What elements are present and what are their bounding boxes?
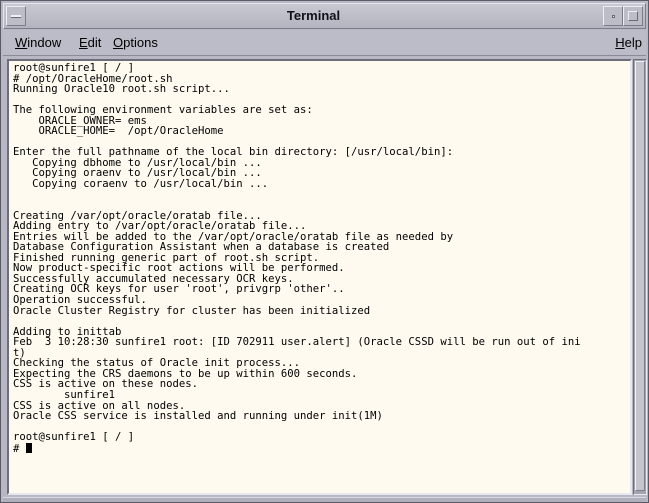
- terminal-line: Oracle Cluster Registry for cluster has …: [13, 304, 371, 317]
- window-menu-icon: [11, 15, 21, 18]
- title-bar[interactable]: Terminal: [3, 3, 646, 29]
- vertical-scrollbar[interactable]: [633, 59, 647, 495]
- terminal-output[interactable]: root@sunfire1 [ / ] # /opt/OracleHome/ro…: [13, 63, 627, 493]
- window-title: Terminal: [286, 8, 341, 23]
- menu-edit-mnemonic: E: [79, 35, 88, 50]
- menu-bar: Window Edit Options Help: [3, 30, 646, 56]
- terminal-line: Oracle CSS service is installed and runn…: [13, 410, 383, 423]
- terminal-line: Running Oracle10 root.sh script...: [13, 83, 230, 96]
- menu-help-label: elp: [624, 35, 642, 50]
- menu-options[interactable]: Options: [111, 34, 160, 52]
- terminal-line: root@sunfire1 [ / ]: [13, 431, 135, 444]
- menu-window[interactable]: Window: [13, 34, 63, 52]
- terminal-prompt: #: [13, 442, 26, 455]
- menu-window-mnemonic: W: [15, 35, 28, 50]
- minimize-icon: [612, 15, 615, 18]
- menu-edit-label: dit: [87, 35, 102, 50]
- menu-window-label: indow: [27, 35, 62, 50]
- window-bottom-border: [3, 497, 646, 502]
- menu-options-label: ptions: [123, 35, 158, 50]
- maximize-button[interactable]: [623, 6, 643, 26]
- terminal-line: Feb 3 10:28:30 sunfire1 root: [ID 702911…: [13, 336, 581, 349]
- window-menu-button[interactable]: [6, 6, 26, 26]
- minimize-button[interactable]: [603, 6, 623, 26]
- menu-options-mnemonic: O: [113, 35, 124, 50]
- terminal-line: Copying coraenv to /usr/local/bin ...: [13, 178, 269, 191]
- terminal-area[interactable]: root@sunfire1 [ / ] # /opt/OracleHome/ro…: [7, 59, 632, 495]
- menu-help[interactable]: Help: [613, 34, 644, 52]
- maximize-icon: [628, 11, 638, 21]
- terminal-cursor: [25, 442, 32, 453]
- menu-help-mnemonic: H: [615, 35, 625, 50]
- scrollbar-thumb[interactable]: [635, 61, 645, 491]
- terminal-line: ORACLE_HOME= /opt/OracleHome: [13, 125, 224, 138]
- menu-edit[interactable]: Edit: [77, 34, 103, 52]
- terminal-window: Terminal Window Edit Options Help root@s…: [0, 0, 649, 503]
